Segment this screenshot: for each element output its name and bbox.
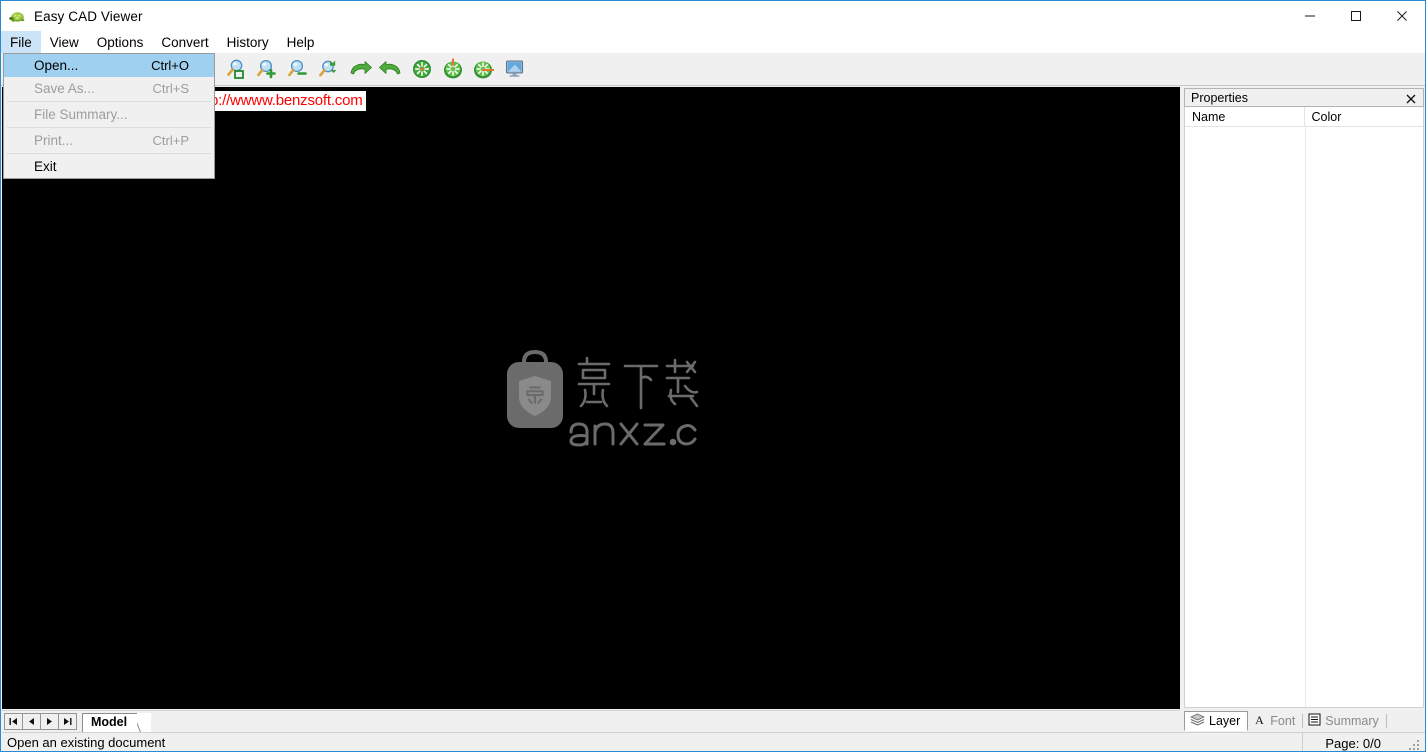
- menu-item-open[interactable]: Open... Ctrl+O: [4, 54, 214, 77]
- tab-summary-label: Summary: [1325, 714, 1379, 728]
- tab-layer[interactable]: Layer: [1184, 711, 1249, 731]
- redo-icon[interactable]: [344, 54, 375, 84]
- menu-item-save-as-accelerator: Ctrl+S: [152, 81, 189, 96]
- display-settings-icon[interactable]: [499, 54, 530, 84]
- resize-grip[interactable]: [1407, 733, 1423, 751]
- sheet-tab-model[interactable]: Model: [82, 712, 152, 732]
- document-lines-icon: [1308, 713, 1321, 729]
- close-button[interactable]: [1379, 1, 1425, 31]
- close-icon[interactable]: [1403, 89, 1419, 108]
- tab-font-label: Font: [1270, 714, 1296, 728]
- menu-item-exit[interactable]: Exit: [4, 155, 214, 178]
- sheet-navigation-buttons: [4, 713, 77, 730]
- font-a-icon: A: [1253, 713, 1266, 729]
- menu-options[interactable]: Options: [88, 31, 153, 53]
- tab-layer-label: Layer: [1209, 714, 1241, 728]
- menu-convert[interactable]: Convert: [152, 31, 217, 53]
- zoom-next-icon[interactable]: [468, 54, 499, 84]
- url-watermark: p://wwww.benzsoft.com: [207, 91, 366, 111]
- next-sheet-button[interactable]: [40, 713, 59, 730]
- zoom-previous-icon[interactable]: [437, 54, 468, 84]
- layers-icon: [1190, 713, 1205, 729]
- page-indicator: Page: 0/0: [1302, 733, 1403, 751]
- menu-item-open-accelerator: Ctrl+O: [151, 58, 189, 73]
- previous-sheet-button[interactable]: [22, 713, 41, 730]
- window-controls: [1287, 1, 1425, 31]
- menu-item-print: Print... Ctrl+P: [4, 129, 214, 152]
- zoom-extents-icon[interactable]: [406, 54, 437, 84]
- properties-title-bar: Properties: [1184, 88, 1424, 107]
- menu-bar: File View Options Convert History Help: [1, 31, 1425, 53]
- column-divider: [1305, 127, 1306, 707]
- menu-file[interactable]: File: [1, 31, 41, 53]
- svg-text:A: A: [1255, 713, 1264, 726]
- file-dropdown-menu: Open... Ctrl+O Save As... Ctrl+S File Su…: [3, 53, 215, 179]
- menu-item-exit-label: Exit: [34, 159, 57, 174]
- status-bar: Open an existing document Page: 0/0: [2, 732, 1425, 751]
- center-watermark-logo: [2, 87, 1180, 709]
- properties-tab-strip: Layer A Font Summary: [1184, 710, 1424, 732]
- menu-item-file-summary: File Summary...: [4, 103, 214, 126]
- menu-item-save-as: Save As... Ctrl+S: [4, 77, 214, 100]
- window-title: Easy CAD Viewer: [34, 8, 143, 24]
- tab-divider-end: [1385, 714, 1387, 728]
- menu-separator-1: [7, 101, 211, 102]
- column-header-name[interactable]: Name: [1185, 107, 1305, 126]
- status-message: Open an existing document: [7, 735, 166, 750]
- menu-item-print-label: Print...: [34, 133, 74, 148]
- menu-separator-2: [7, 127, 211, 128]
- sheet-tab-model-label: Model: [82, 712, 138, 732]
- menu-history[interactable]: History: [218, 31, 278, 53]
- properties-title-label: Properties: [1191, 90, 1248, 105]
- tab-summary[interactable]: Summary: [1303, 711, 1385, 731]
- properties-panel: Properties Name Color: [1184, 88, 1424, 708]
- tab-font[interactable]: A Font: [1248, 711, 1302, 731]
- zoom-select-icon[interactable]: [313, 54, 344, 84]
- maximize-button[interactable]: [1333, 1, 1379, 31]
- sheet-tab-slash: [137, 712, 152, 732]
- turtle-app-icon: [8, 7, 26, 25]
- sheet-tab-bar: Model: [2, 710, 1180, 732]
- menu-item-save-as-label: Save As...: [34, 81, 95, 96]
- menu-item-open-label: Open...: [34, 58, 79, 73]
- properties-list[interactable]: Name Color: [1184, 107, 1424, 708]
- zoom-out-icon[interactable]: [282, 54, 313, 84]
- drawing-canvas[interactable]: p://wwww.benzsoft.com: [2, 87, 1180, 709]
- title-bar: Easy CAD Viewer: [1, 1, 1425, 31]
- zoom-window-icon[interactable]: [220, 54, 251, 84]
- menu-help[interactable]: Help: [278, 31, 324, 53]
- first-sheet-button[interactable]: [4, 713, 23, 730]
- undo-icon[interactable]: [375, 54, 406, 84]
- menu-view[interactable]: View: [41, 31, 88, 53]
- last-sheet-button[interactable]: [58, 713, 77, 730]
- menu-item-print-accelerator: Ctrl+P: [152, 133, 189, 148]
- status-bar-right: Page: 0/0: [1302, 733, 1425, 751]
- menu-separator-3: [7, 153, 211, 154]
- application-window: Easy CAD Viewer File View Options Conver…: [0, 0, 1426, 752]
- column-header-color[interactable]: Color: [1305, 107, 1424, 126]
- minimize-button[interactable]: [1287, 1, 1333, 31]
- menu-item-file-summary-label: File Summary...: [34, 107, 128, 122]
- properties-column-headers: Name Color: [1185, 107, 1423, 127]
- zoom-in-icon[interactable]: [251, 54, 282, 84]
